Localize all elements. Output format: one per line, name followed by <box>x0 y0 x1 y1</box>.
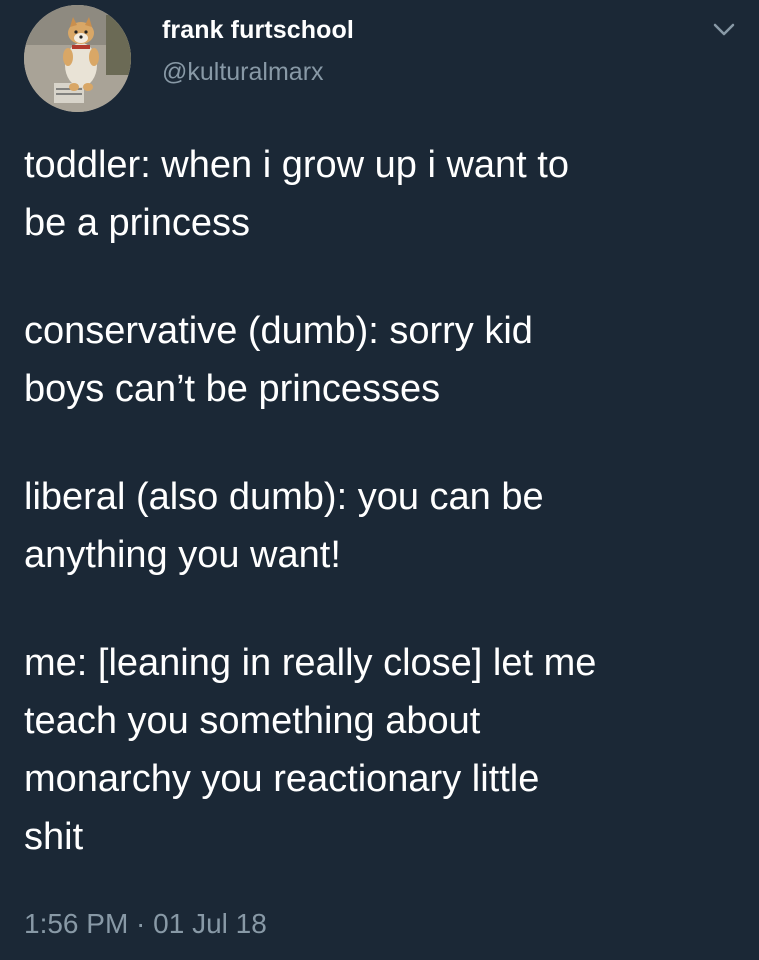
tweet-paragraph: me: [leaning in really close] let me tea… <box>24 642 597 858</box>
tweet-paragraph: conservative (dumb): sorry kid boys can’… <box>24 310 533 410</box>
tweet-timestamp[interactable]: 1:56 PM · 01 Jul 18 <box>24 908 267 940</box>
tweet: frank furtschool @kulturalmarx toddler: … <box>0 0 759 960</box>
tweet-paragraph: liberal (also dumb): you can be anything… <box>24 476 544 576</box>
user-handle[interactable]: @kulturalmarx <box>162 58 324 87</box>
chevron-down-icon[interactable] <box>711 18 737 40</box>
tweet-paragraph: toddler: when i grow up i want to be a p… <box>24 144 569 244</box>
dog-avatar-image <box>24 5 131 112</box>
avatar[interactable] <box>24 5 131 112</box>
tweet-text: toddler: when i grow up i want to be a p… <box>24 136 739 866</box>
display-name[interactable]: frank furtschool <box>162 16 354 45</box>
